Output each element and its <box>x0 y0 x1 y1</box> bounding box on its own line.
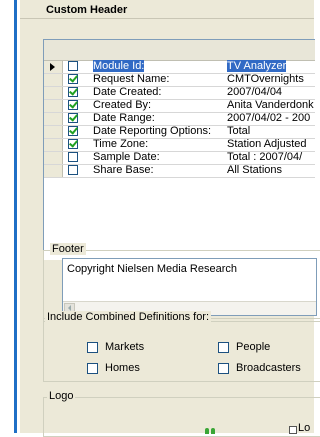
row-selector[interactable] <box>44 126 63 138</box>
field-name: Date Created: <box>93 86 162 98</box>
row-selector[interactable] <box>44 87 63 99</box>
include-checkbox[interactable] <box>68 86 78 97</box>
table-row[interactable]: Share Base: All Stations <box>44 164 315 178</box>
markets-label: Markets <box>105 341 145 353</box>
include-checkbox[interactable] <box>68 73 78 84</box>
field-value: Anita Vanderdonk <box>227 99 314 111</box>
field-value: Total <box>227 125 251 137</box>
field-name: Sample Date: <box>93 151 160 163</box>
include-checkbox[interactable] <box>68 152 78 162</box>
row-selector[interactable] <box>44 61 63 73</box>
include-checkbox[interactable] <box>68 125 78 136</box>
field-value: 2007/04/02 - 200 <box>227 112 311 124</box>
field-name: Created By: <box>93 99 152 111</box>
checkmark-icon <box>69 86 78 96</box>
field-name: Date Range: <box>93 112 155 124</box>
people-label: People <box>236 341 271 353</box>
checkbox-icon <box>87 363 98 374</box>
row-selector[interactable] <box>44 100 63 112</box>
include-checkbox[interactable] <box>68 61 78 71</box>
grid-header-row <box>44 40 315 61</box>
field-value: TV Analyzer <box>227 60 287 72</box>
checkbox-icon <box>218 342 229 353</box>
combined-definitions-label: Include Combined Definitions for: <box>45 311 212 323</box>
field-name: Share Base: <box>93 164 154 176</box>
field-value: CMTOvernights <box>227 73 304 85</box>
field-value: 2007/04/04 <box>227 86 283 98</box>
checkmark-icon <box>69 138 78 148</box>
footer-group-label: Footer <box>50 243 86 255</box>
field-value: All Stations <box>227 164 283 176</box>
include-checkbox[interactable] <box>68 112 78 123</box>
row-selector[interactable] <box>44 165 63 177</box>
broadcasters-label: Broadcasters <box>236 362 301 374</box>
checkmark-icon <box>69 99 78 109</box>
field-name: Module Id: <box>93 60 145 72</box>
row-selector[interactable] <box>44 152 63 164</box>
include-checkbox[interactable] <box>68 165 78 175</box>
logo-group: Logo <box>43 390 320 437</box>
header-fields-grid: Module Id: TV Analyzer Request Name: CMTOve… <box>43 39 315 260</box>
section-title: Custom Header <box>46 4 128 16</box>
field-value: Station Adjusted <box>227 138 307 150</box>
checkmark-icon <box>69 112 78 122</box>
footer-text: Copyright Nielsen Media Research <box>67 263 237 275</box>
field-name: Request Name: <box>93 73 170 85</box>
checkbox-icon <box>218 363 229 374</box>
current-row-arrow-icon <box>50 63 55 71</box>
field-name: Time Zone: <box>93 138 149 150</box>
nielsen-logo-icon <box>205 428 217 434</box>
logo-group-label: Logo <box>47 390 76 402</box>
checkmark-icon <box>69 73 78 83</box>
include-checkbox[interactable] <box>68 138 78 149</box>
left-accent-bar <box>14 0 17 433</box>
header-divider <box>20 18 314 19</box>
checkmark-icon <box>69 125 78 135</box>
logo-option-label: Lo <box>298 422 311 434</box>
row-selector[interactable] <box>44 139 63 151</box>
grid-rows: Module Id: TV Analyzer Request Name: CMTOve… <box>44 60 315 178</box>
row-selector[interactable] <box>44 113 63 125</box>
footer-textarea[interactable]: Copyright Nielsen Media Research <box>62 258 317 316</box>
homes-label: Homes <box>105 362 140 374</box>
field-value: Total : 2007/04/ <box>227 151 303 163</box>
include-checkbox[interactable] <box>68 99 78 110</box>
row-selector[interactable] <box>44 74 63 86</box>
field-name: Date Reporting Options: <box>93 125 212 137</box>
checkbox-icon <box>87 342 98 353</box>
